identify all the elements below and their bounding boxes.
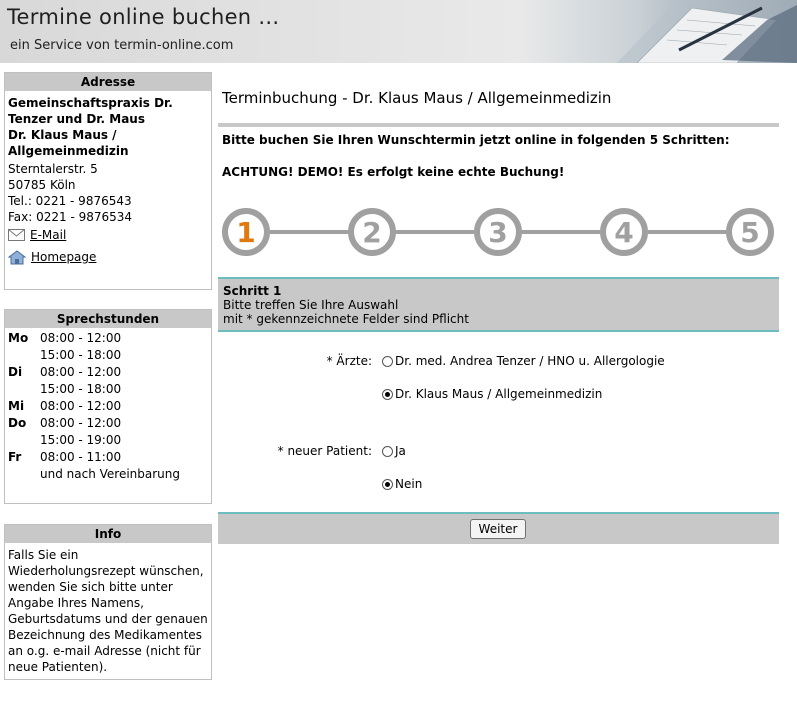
new-patient-option-no[interactable]: Nein bbox=[382, 477, 422, 491]
doctors-label: * Ärzte: bbox=[326, 354, 372, 368]
next-button[interactable]: Weiter bbox=[470, 519, 526, 539]
hours-row: Fr 08:00 - 11:00 und nach Vereinbarung bbox=[8, 449, 208, 483]
title-divider bbox=[218, 123, 779, 127]
hours-day: Mi bbox=[8, 399, 25, 413]
city: 50785 Köln bbox=[8, 178, 76, 192]
address-box: Adresse Gemeinschaftspraxis Dr. Tenzer u… bbox=[4, 72, 212, 290]
hours-day: Mo bbox=[8, 331, 29, 345]
hours-time: 08:00 - 12:00 bbox=[40, 365, 122, 379]
hours-time: 08:00 - 11:00 bbox=[40, 450, 122, 464]
doctor-option-maus[interactable]: Dr. Klaus Maus / Allgemeinmedizin bbox=[382, 387, 602, 401]
info-heading: Info bbox=[5, 525, 211, 543]
hours-row: Mo 08:00 - 12:00 15:00 - 18:00 bbox=[8, 330, 208, 364]
new-patient-option-yes[interactable]: Ja bbox=[382, 444, 406, 458]
home-icon bbox=[8, 249, 26, 264]
doctor-option-tenzer[interactable]: Dr. med. Andrea Tenzer / HNO u. Allergol… bbox=[382, 354, 665, 368]
hours-time: 08:00 - 12:00 bbox=[40, 416, 122, 430]
practice-name: Gemeinschaftspraxis Dr. Tenzer und Dr. M… bbox=[8, 96, 173, 126]
envelope-icon bbox=[8, 229, 25, 241]
info-text: Falls Sie ein Wiederholungsrezept wünsch… bbox=[8, 548, 208, 674]
booking-form: * Ärzte: Dr. med. Andrea Tenzer / HNO u.… bbox=[218, 332, 779, 512]
required-fields-note: mit * gekennzeichnete Felder sind Pflich… bbox=[223, 312, 469, 326]
demo-notice: ACHTUNG! DEMO! Es erfolgt keine echte Bu… bbox=[222, 165, 565, 179]
step-indicator: 1 2 3 4 5 bbox=[218, 201, 779, 263]
doctor-option-label: Dr. med. Andrea Tenzer / HNO u. Allergol… bbox=[395, 354, 665, 368]
form-button-bar: Weiter bbox=[218, 512, 779, 544]
radio-button[interactable] bbox=[382, 478, 393, 490]
step-number: 1 bbox=[236, 216, 255, 249]
street: Sterntalerstr. 5 bbox=[8, 162, 98, 176]
step-info-panel: Schritt 1 Bitte treffen Sie Ihre Auswahl… bbox=[218, 277, 779, 332]
radio-button[interactable] bbox=[382, 388, 393, 400]
hours-time: 08:00 - 12:00 bbox=[40, 331, 122, 345]
doctor-option-label: Dr. Klaus Maus / Allgemeinmedizin bbox=[395, 387, 603, 401]
new-patient-label: * neuer Patient: bbox=[277, 444, 372, 458]
email-link[interactable]: E-Mail bbox=[30, 227, 66, 243]
main-content: Terminbuchung - Dr. Klaus Maus / Allgeme… bbox=[218, 72, 779, 544]
step-indicator-graphic: 1 2 3 4 5 bbox=[222, 208, 774, 256]
hours-time: 15:00 - 18:00 bbox=[40, 382, 122, 396]
step-instruction: Bitte treffen Sie Ihre Auswahl bbox=[223, 298, 399, 312]
intro-text: Bitte buchen Sie Ihren Wunschtermin jetz… bbox=[222, 133, 730, 147]
header-banner: Termine online buchen ... ein Service vo… bbox=[0, 0, 797, 63]
homepage-link[interactable]: Homepage bbox=[31, 249, 96, 265]
step-title: Schritt 1 bbox=[223, 284, 282, 298]
hours-row: Mi 08:00 - 12:00 bbox=[8, 398, 208, 415]
new-patient-option-label: Ja bbox=[395, 444, 406, 458]
hours-time: 08:00 - 12:00 bbox=[40, 399, 122, 413]
info-box: Info Falls Sie ein Wiederholungsrezept w… bbox=[4, 524, 212, 680]
address-heading: Adresse bbox=[5, 73, 211, 91]
hours-row: Di 08:00 - 12:00 15:00 - 18:00 bbox=[8, 364, 208, 398]
step-number: 5 bbox=[740, 216, 759, 249]
doctor-name: Dr. Klaus Maus / Allgemeinmedizin bbox=[8, 128, 129, 158]
step-number: 3 bbox=[488, 216, 507, 249]
hours-time: 15:00 - 19:00 bbox=[40, 433, 122, 447]
hours-day: Fr bbox=[8, 450, 22, 464]
phone: Tel.: 0221 - 9876543 bbox=[8, 194, 132, 208]
radio-button[interactable] bbox=[382, 445, 393, 457]
hours-row: Do 08:00 - 12:00 15:00 - 19:00 bbox=[8, 415, 208, 449]
fax: Fax: 0221 - 9876534 bbox=[8, 210, 133, 224]
hours-time: und nach Vereinbarung bbox=[40, 467, 181, 481]
hours-day: Di bbox=[8, 365, 23, 379]
hours-time: 15:00 - 18:00 bbox=[40, 348, 122, 362]
office-hours-heading: Sprechstunden bbox=[5, 310, 211, 328]
office-hours-box: Sprechstunden Mo 08:00 - 12:00 15:00 - 1… bbox=[4, 309, 212, 504]
site-subtitle: ein Service von termin-online.com bbox=[10, 38, 234, 53]
banner-writing-hand-image bbox=[617, 0, 797, 63]
new-patient-option-label: Nein bbox=[395, 477, 423, 491]
page-title: Terminbuchung - Dr. Klaus Maus / Allgeme… bbox=[222, 89, 612, 107]
radio-button[interactable] bbox=[382, 355, 393, 367]
hours-day: Do bbox=[8, 416, 27, 430]
step-number: 4 bbox=[614, 216, 633, 249]
step-number: 2 bbox=[362, 216, 381, 249]
site-title: Termine online buchen ... bbox=[7, 5, 280, 29]
